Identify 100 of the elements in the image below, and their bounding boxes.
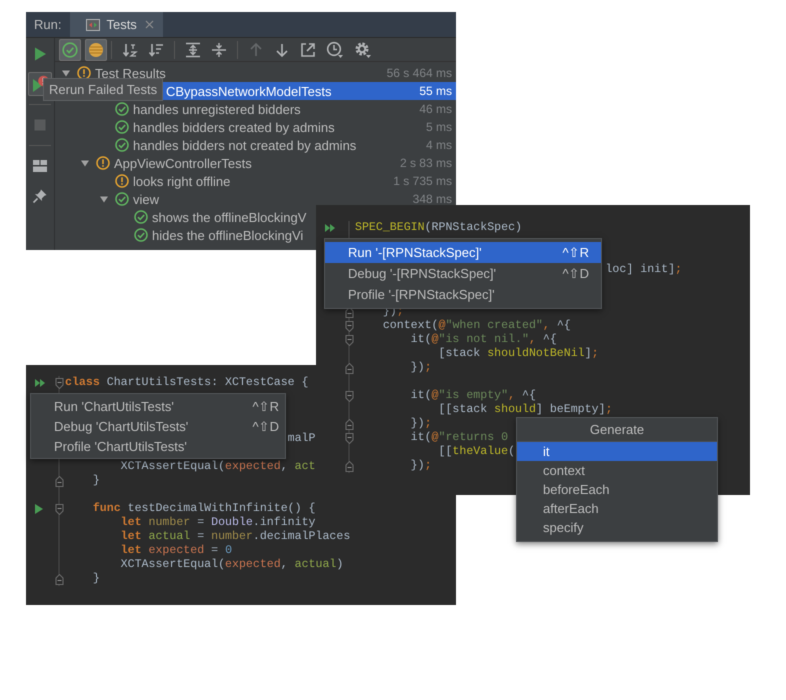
check-circle-icon: [134, 210, 148, 224]
expand-icon[interactable]: [185, 42, 201, 58]
menu-item-label: Profile '-[RPNStackSpec]': [348, 287, 495, 302]
test-name: AppViewControllerTests: [114, 156, 252, 170]
menu-item[interactable]: Debug '-[RPNStackSpec]' ^⇧D: [325, 263, 601, 284]
test-name: handles unregistered bidders: [133, 102, 301, 116]
tree-row[interactable]: handles bidders not created by admins 4 ms: [55, 136, 456, 154]
code-line: [stack shouldNotBeNil];: [438, 347, 599, 361]
code-line: XCTAssertEqual(expected, act: [120, 460, 316, 474]
code-line: SPEC_BEGIN(RPNStackSpec): [355, 221, 522, 235]
code-line: class ChartUtilsTests: XCTestCase {: [65, 376, 309, 390]
test-name: hides the offlineBlockingVi: [152, 228, 304, 242]
expanded-arrow-icon[interactable]: [61, 68, 71, 78]
duration-text: 5 ms: [426, 120, 452, 134]
run-icon[interactable]: [324, 223, 336, 233]
window-icon: [86, 18, 100, 30]
menu-item[interactable]: context: [517, 461, 717, 480]
tree-row[interactable]: hides the offlineBlockingVi: [55, 226, 308, 244]
menu-item[interactable]: it: [517, 442, 717, 461]
down-arrow-icon[interactable]: [274, 42, 290, 58]
check-circle-icon: [134, 228, 148, 242]
test-name: handles bidders created by admins: [133, 120, 335, 134]
test-name: shows the offlineBlockingV: [152, 210, 306, 224]
fold-marker-icon[interactable]: [55, 504, 64, 514]
tree-row[interactable]: handles bidders created by admins 5 ms: [55, 118, 456, 136]
fold-marker-icon[interactable]: [55, 378, 64, 388]
code-line: XCTAssertEqual(expected, actual): [120, 558, 344, 572]
fold-marker-icon[interactable]: [345, 362, 354, 374]
pin-icon[interactable]: [32, 188, 48, 204]
collapse-icon[interactable]: [211, 42, 227, 58]
fold-marker-icon[interactable]: [345, 418, 354, 430]
code-line: it(@"returns 0: [410, 431, 508, 445]
code-line: func testDecimalWithInfinite() {: [92, 502, 316, 516]
duration-text: 4 ms: [426, 138, 452, 152]
show-ignored-toggle[interactable]: [85, 38, 107, 60]
menu-item[interactable]: Debug 'ChartUtilsTests' ^⇧D: [31, 416, 285, 436]
code-line: });: [410, 417, 432, 431]
play-icon[interactable]: [32, 46, 48, 62]
code-line: [[theValue(: [438, 445, 516, 459]
menu-item[interactable]: Profile 'ChartUtilsTests': [31, 436, 285, 456]
fold-marker-icon[interactable]: [345, 390, 354, 402]
tests-tab[interactable]: Tests: [70, 12, 163, 37]
tree-row[interactable]: handles unregistered bidders 46 ms: [55, 100, 456, 118]
menu-item[interactable]: afterEach: [517, 499, 717, 518]
expanded-arrow-icon[interactable]: [80, 158, 90, 168]
tab-label: Tests: [106, 17, 137, 32]
menu-item[interactable]: specify: [517, 518, 717, 537]
check-circle-icon: [115, 192, 129, 206]
menu-item-label: Profile 'ChartUtilsTests': [54, 438, 187, 454]
shortcut-text: ^⇧D: [252, 418, 279, 434]
sort-icon[interactable]: [148, 42, 164, 58]
menu-item-label: Debug 'ChartUtilsTests': [54, 418, 188, 434]
menu-item[interactable]: Run 'ChartUtilsTests' ^⇧R: [31, 396, 285, 416]
tree-row[interactable]: looks right offline 1 s 735 ms: [55, 172, 456, 190]
expanded-arrow-icon[interactable]: [99, 194, 109, 204]
layout-icon[interactable]: [32, 159, 48, 173]
code-line: it(@"is empty", ^{: [410, 389, 536, 403]
code-line: let actual = number.decimalPlaces: [120, 530, 350, 544]
clock-icon[interactable]: [326, 40, 344, 58]
tool-window-title: Run:: [33, 16, 62, 34]
settings-icon[interactable]: [354, 40, 372, 58]
run-icon[interactable]: [34, 378, 46, 388]
tree-row[interactable]: view 348 ms: [55, 190, 456, 208]
fold-marker-icon[interactable]: [345, 432, 354, 444]
tooltip: Rerun Failed Tests: [43, 78, 164, 101]
fold-marker-icon[interactable]: [345, 460, 354, 472]
duration-text: 348 ms: [412, 192, 452, 206]
code-line: it(@"is not nil.", ^{: [410, 333, 557, 347]
code-line: malP: [288, 432, 316, 446]
fold-marker-icon[interactable]: [345, 320, 354, 332]
code-line: [[stack should] beEmpty];: [438, 403, 612, 417]
export-icon[interactable]: [300, 42, 316, 58]
check-circle-icon: [115, 120, 129, 134]
warning-icon: [115, 174, 129, 188]
close-icon[interactable]: [144, 20, 154, 29]
fold-marker-icon[interactable]: [55, 574, 64, 584]
show-passed-toggle[interactable]: [59, 38, 81, 60]
check-circle-icon: [62, 42, 78, 58]
tree-row[interactable]: shows the offlineBlockingV: [55, 208, 310, 226]
fold-marker-icon[interactable]: [55, 476, 64, 486]
menu-item[interactable]: beforeEach: [517, 480, 717, 499]
check-circle-icon: [115, 138, 129, 152]
menu-item-label: Debug '-[RPNStackSpec]': [348, 266, 496, 281]
code-line: }: [92, 572, 100, 586]
code-line: });: [410, 459, 432, 473]
test-name: Test Results: [95, 66, 166, 80]
duration-text: 55 ms: [419, 84, 452, 98]
shortcut-text: ^⇧D: [562, 266, 589, 281]
duration-text: 46 ms: [419, 102, 452, 116]
code-line: let number = Double.infinity: [120, 516, 316, 530]
sort-icon[interactable]: [122, 42, 138, 58]
menu-item[interactable]: Profile '-[RPNStackSpec]': [325, 284, 601, 305]
menu-item[interactable]: Run '-[RPNStackSpec]' ^⇧R: [325, 242, 601, 263]
menu-item-label: Run '-[RPNStackSpec]': [348, 245, 482, 260]
code-line: context(@"when created", ^{: [382, 319, 571, 333]
tree-row[interactable]: AppViewControllerTests 2 s 83 ms: [55, 154, 456, 172]
shortcut-text: ^⇧R: [562, 245, 589, 260]
test-name: looks right offline: [133, 174, 230, 188]
fold-marker-icon[interactable]: [345, 334, 354, 346]
run-icon[interactable]: [34, 503, 44, 515]
